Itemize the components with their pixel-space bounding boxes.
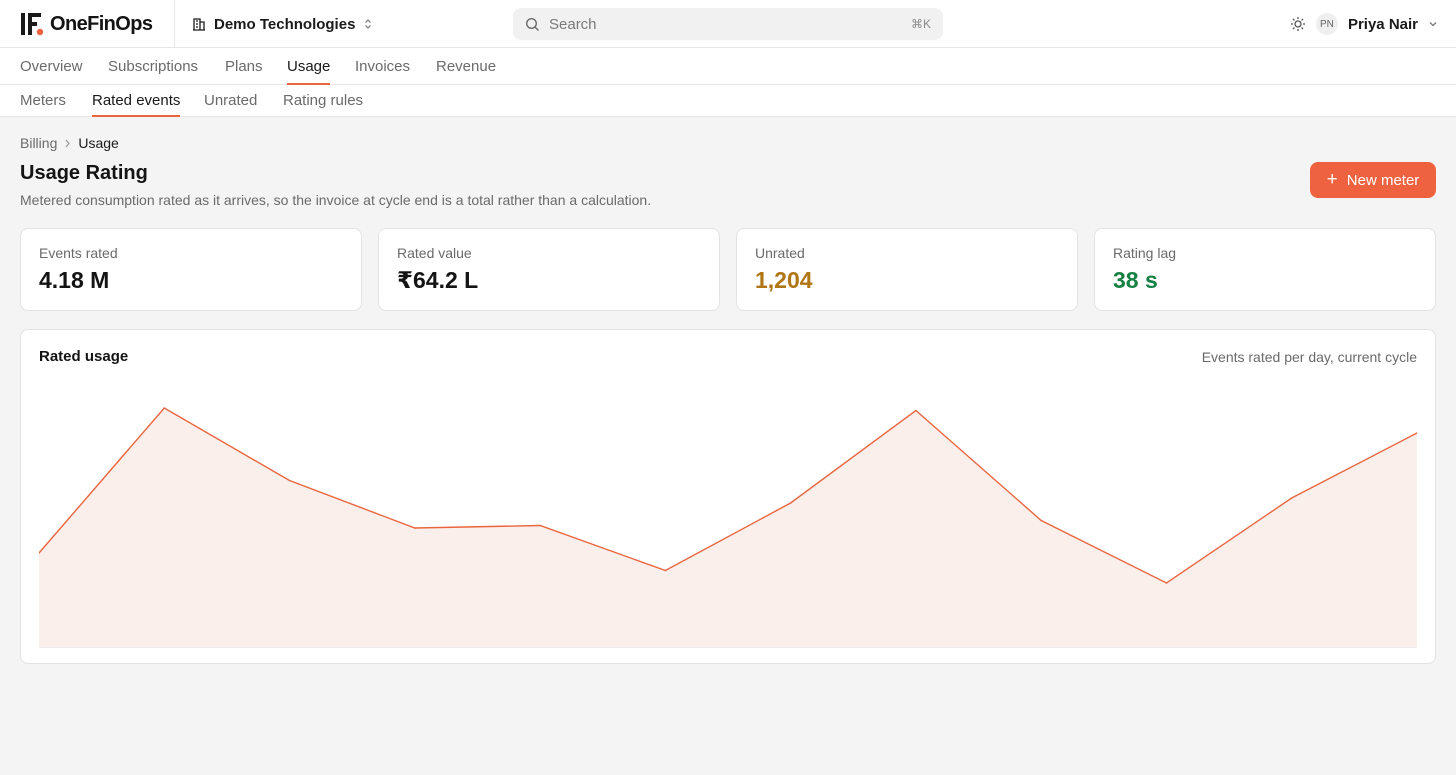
chart-point-5: [539, 524, 541, 527]
page-subtitle: Metered consumption rated as it arrives,…: [20, 192, 652, 208]
sun-icon[interactable]: [1290, 16, 1306, 32]
panel-caption: Events rated per day, current cycle: [1201, 349, 1417, 365]
stat-label: Unrated: [755, 245, 805, 261]
tab-usage[interactable]: Usage: [287, 48, 331, 85]
search-placeholder: Search: [549, 15, 597, 33]
stat-value: 4.18 M: [39, 267, 110, 293]
avatar: PN: [1315, 13, 1338, 35]
user-menu[interactable]: PN Priya Nair: [1290, 12, 1438, 36]
primary-nav: Overview Subscriptions Plans Usage Invoi…: [0, 48, 1456, 85]
tab-plans[interactable]: Plans: [225, 48, 263, 84]
logo-mark-icon: [21, 13, 44, 36]
plus-icon: +: [1326, 168, 1338, 190]
new-meter-button[interactable]: + New meter: [1310, 162, 1436, 198]
chevron-down-icon: [1429, 22, 1437, 27]
chevron-right-icon: [65, 139, 71, 147]
chart-point-7: [789, 502, 792, 504]
stat-value: ₹64.2 L: [397, 267, 479, 293]
chart-point-11: [1290, 497, 1293, 499]
chart-point-10: [1165, 582, 1168, 584]
tab-subscriptions[interactable]: Subscriptions: [108, 48, 198, 84]
org-name: Demo Technologies: [214, 15, 356, 33]
rated-usage-chart: [39, 407, 1417, 648]
stat-label: Rated value: [397, 245, 472, 261]
stat-card-unrated: Unrated 1,204: [736, 228, 1078, 311]
chart-point-8: [915, 409, 917, 412]
stat-label: Rating lag: [1113, 245, 1177, 261]
subtab-rating-rules[interactable]: Rating rules: [283, 85, 363, 116]
chart-point-4: [414, 527, 416, 529]
chart-point-3: [288, 479, 291, 482]
stat-card-events-rated: Events rated 4.18 M: [20, 228, 362, 311]
search-shortcut: ⌘K: [910, 17, 931, 31]
page-title: Usage Rating: [20, 162, 148, 184]
search-bar[interactable]: Search ⌘K: [513, 8, 943, 40]
chart-point-9: [1040, 519, 1042, 522]
secondary-nav: Meters Rated events Unrated Rating rules: [0, 85, 1456, 117]
chart-area-fill: [39, 408, 1417, 648]
chart-point-6: [664, 569, 667, 572]
stat-card-rated-value: Rated value ₹64.2 L: [378, 228, 720, 311]
search-icon: [525, 17, 539, 31]
top-bar: OneFinOps Demo Technologies Search ⌘K PN…: [0, 0, 1456, 48]
stat-label: Events rated: [39, 245, 118, 261]
tab-invoices[interactable]: Invoices: [355, 48, 410, 84]
tab-revenue[interactable]: Revenue: [436, 48, 496, 84]
breadcrumb-parent[interactable]: Billing: [20, 135, 57, 151]
subtab-meters[interactable]: Meters: [20, 85, 66, 116]
tab-overview[interactable]: Overview: [20, 48, 83, 84]
stat-value: 38 s: [1113, 267, 1158, 293]
new-meter-label: New meter: [1346, 171, 1420, 189]
stat-value: 1,204: [755, 267, 813, 293]
org-switcher[interactable]: Demo Technologies: [192, 14, 373, 34]
chevron-up-down-icon: [365, 19, 372, 29]
divider: [174, 0, 175, 48]
rated-usage-panel: Rated usage Events rated per day, curren…: [20, 329, 1436, 664]
breadcrumb-current: Usage: [78, 135, 119, 151]
brand-logo[interactable]: OneFinOps: [20, 11, 153, 37]
panel-title: Rated usage: [39, 348, 129, 365]
brand-name: OneFinOps: [50, 12, 153, 35]
user-name: Priya Nair: [1347, 15, 1418, 33]
stat-card-rating-lag: Rating lag 38 s: [1094, 228, 1436, 311]
subtab-rated-events[interactable]: Rated events: [92, 85, 181, 117]
building-icon: [193, 18, 205, 31]
chart-point-2: [163, 407, 166, 409]
breadcrumb: Billing Usage: [20, 135, 119, 151]
subtab-unrated[interactable]: Unrated: [204, 85, 257, 116]
